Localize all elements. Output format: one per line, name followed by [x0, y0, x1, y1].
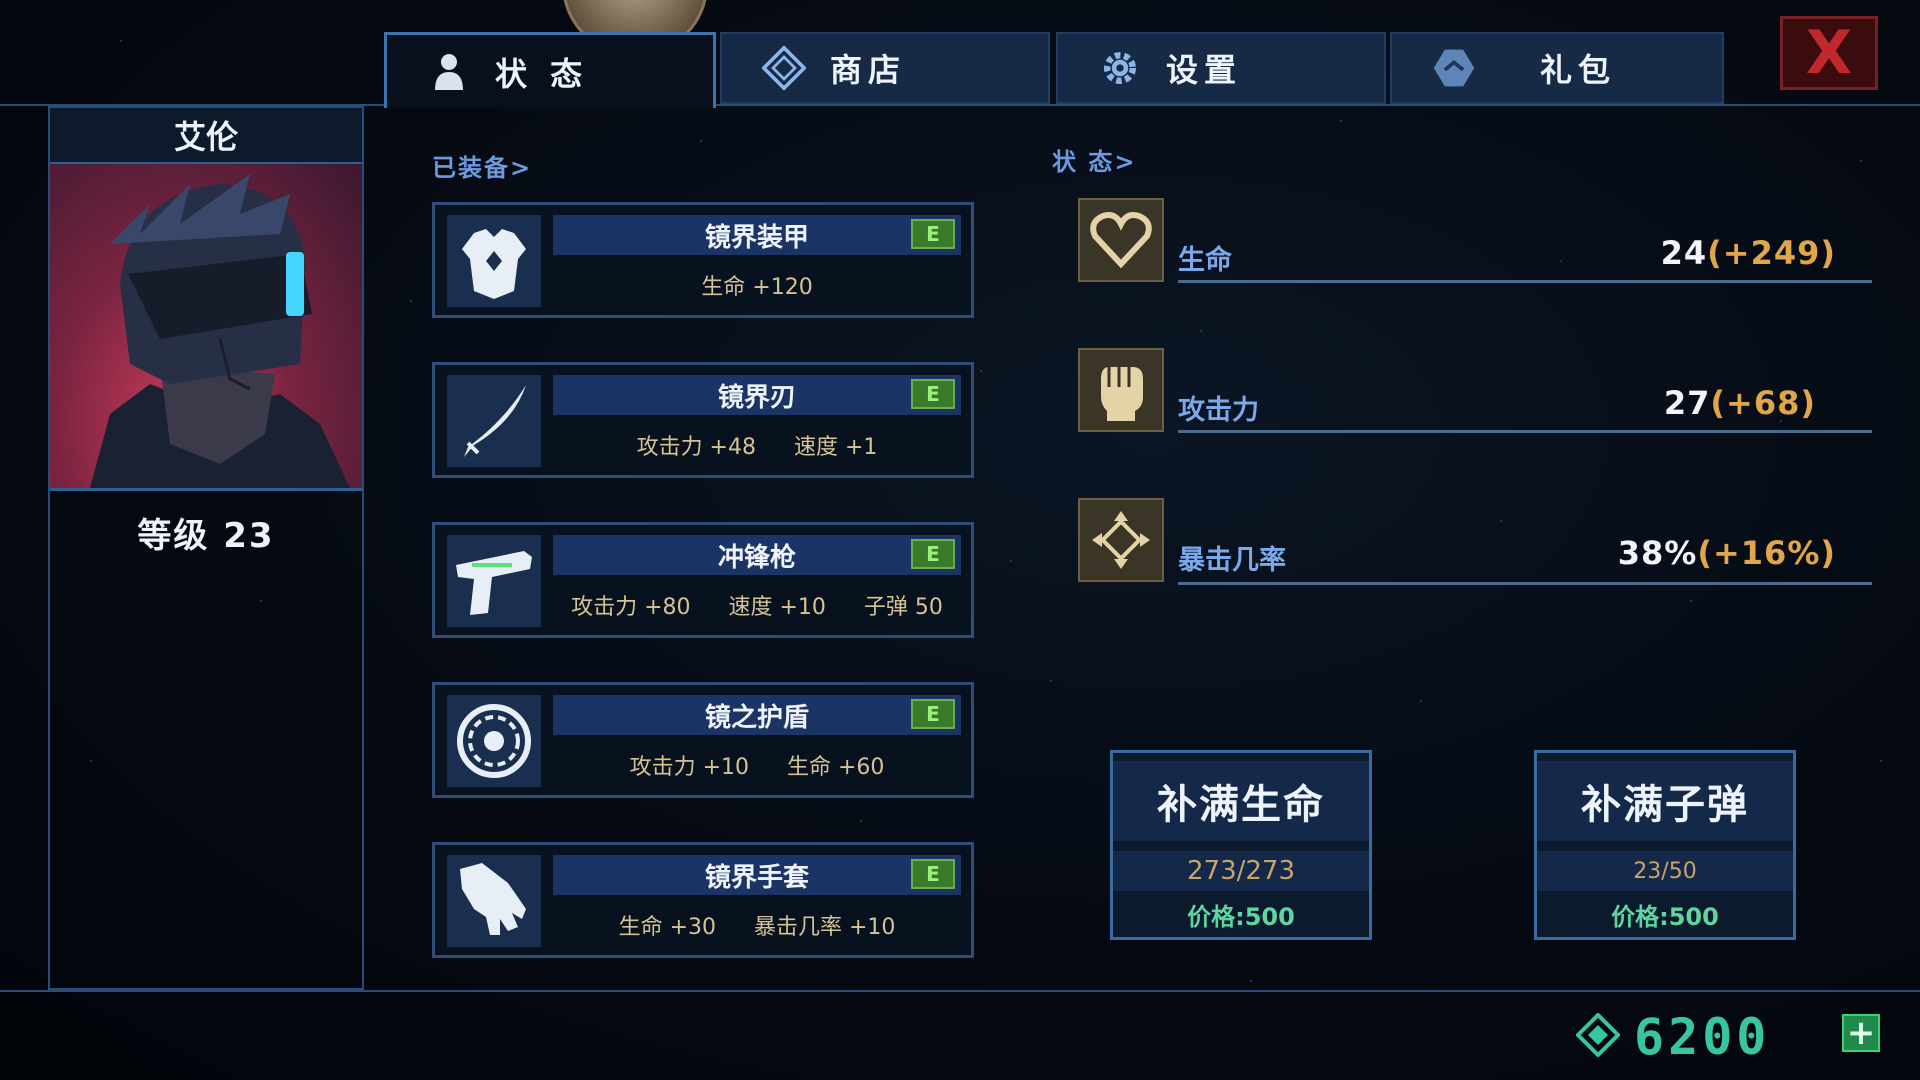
shield-icon: [447, 695, 541, 787]
equipment-stats: 生命 +30 暴击几率 +10: [553, 903, 961, 947]
tab-gift-label: 礼包: [1540, 51, 1617, 89]
diamond-icon: [762, 45, 806, 91]
person-icon: [427, 50, 471, 94]
stat-bonus: (+68): [1710, 384, 1816, 422]
gear-icon: [1098, 46, 1142, 90]
stat-underline: [1178, 280, 1872, 283]
equipment-stats: 攻击力 +48 速度 +1: [553, 423, 961, 467]
equipped-badge: E: [911, 379, 955, 409]
equipped-badge: E: [911, 539, 955, 569]
status-section-label: 状 态>: [1052, 148, 1137, 176]
equipment-stat: 生命 +60: [787, 755, 885, 780]
equipment-stat: 生命 +120: [701, 275, 813, 300]
tab-settings-label: 设置: [1166, 51, 1243, 89]
stat-underline: [1178, 430, 1872, 433]
tab-gift[interactable]: 礼包: [1390, 32, 1724, 104]
refill-health-button[interactable]: 补满生命 273/273 价格:500: [1110, 750, 1372, 940]
crosshair-icon: [1078, 498, 1164, 582]
equipment-card-glove[interactable]: 镜界手套 E 生命 +30 暴击几率 +10: [432, 842, 974, 958]
tab-status[interactable]: 状 态: [384, 32, 716, 108]
refill-count: 23/50: [1537, 851, 1793, 891]
heart-icon: [1078, 198, 1164, 282]
refill-ammo-button[interactable]: 补满子弹 23/50 价格:500: [1534, 750, 1796, 940]
gun-icon: [447, 535, 541, 627]
fist-icon: [1078, 348, 1164, 432]
tab-shop-label: 商店: [830, 51, 907, 89]
tab-status-label: 状 态: [495, 54, 589, 93]
character-name: 艾伦: [50, 108, 362, 165]
blade-icon: [447, 375, 541, 467]
armor-icon: [447, 215, 541, 307]
equipment-card-shield[interactable]: 镜之护盾 E 攻击力 +10 生命 +60: [432, 682, 974, 798]
equipment-stats: 攻击力 +80 速度 +10 子弹 50: [553, 583, 961, 627]
stat-bonus: (+249): [1707, 234, 1836, 272]
equipment-name: 冲锋枪: [553, 535, 961, 575]
equipment-card-gun[interactable]: 冲锋枪 E 攻击力 +80 速度 +10 子弹 50: [432, 522, 974, 638]
stat-label-health: 生命: [1178, 245, 1232, 276]
stat-bonus: (+16%): [1697, 534, 1836, 572]
gem-icon: [1575, 1012, 1621, 1061]
equipment-stat: 攻击力 +10: [629, 755, 749, 780]
close-button[interactable]: X: [1780, 16, 1878, 90]
equipment-stat: 速度 +10: [728, 595, 826, 620]
equipment-name: 镜之护盾: [553, 695, 961, 735]
equipment-card-blade[interactable]: 镜界刃 E 攻击力 +48 速度 +1: [432, 362, 974, 478]
stat-base: 24: [1660, 234, 1708, 272]
stat-base: 38%: [1617, 534, 1698, 572]
equipment-name: 镜界刃: [553, 375, 961, 415]
refill-count: 273/273: [1113, 851, 1369, 891]
equipment-stat: 攻击力 +80: [571, 595, 691, 620]
plus-icon: +: [1846, 1013, 1876, 1053]
equipped-badge: E: [911, 219, 955, 249]
character-level: 等级 23: [137, 516, 275, 556]
currency-amount: 6200: [1634, 1008, 1771, 1066]
tab-settings[interactable]: 设置: [1056, 32, 1386, 104]
equipment-stat: 暴击几率 +10: [754, 915, 896, 940]
refill-title: 补满子弹: [1537, 761, 1793, 841]
equipment-stat: 生命 +30: [618, 915, 716, 940]
equipment-stat: 攻击力 +48: [636, 435, 756, 460]
tab-shop[interactable]: 商店: [720, 32, 1050, 104]
equipment-stat: 子弹 50: [863, 595, 943, 620]
equipment-stats: 生命 +120: [553, 263, 961, 307]
stat-label-attack: 攻击力: [1178, 395, 1259, 426]
equipped-badge: E: [911, 699, 955, 729]
stat-underline: [1178, 582, 1872, 585]
refill-price: 价格:500: [1611, 902, 1719, 931]
equipment-stats: 攻击力 +10 生命 +60: [553, 743, 961, 787]
close-label: X: [1805, 18, 1853, 88]
stat-label-crit: 暴击几率: [1178, 545, 1286, 576]
refill-title: 补满生命: [1113, 761, 1369, 841]
equipment-card-armor[interactable]: 镜界装甲 E 生命 +120: [432, 202, 974, 318]
equipment-name: 镜界手套: [553, 855, 961, 895]
currency-display: 6200: [1575, 1008, 1771, 1066]
add-currency-button[interactable]: +: [1842, 1013, 1880, 1053]
refill-price: 价格:500: [1187, 902, 1295, 931]
stat-value-health: 24(+249): [1661, 234, 1836, 272]
stat-value-attack: 27(+68): [1664, 384, 1816, 422]
glove-icon: [447, 855, 541, 947]
gift-icon: [1432, 46, 1476, 90]
equipment-stat: 速度 +1: [793, 435, 878, 460]
character-portrait: [50, 164, 362, 491]
bottom-divider: [0, 990, 1920, 992]
equipped-section-label: 已装备>: [432, 154, 533, 182]
equipped-badge: E: [911, 859, 955, 889]
equipment-name: 镜界装甲: [553, 215, 961, 255]
stat-value-crit: 38%(+16%): [1618, 534, 1836, 572]
stat-base: 27: [1663, 384, 1711, 422]
